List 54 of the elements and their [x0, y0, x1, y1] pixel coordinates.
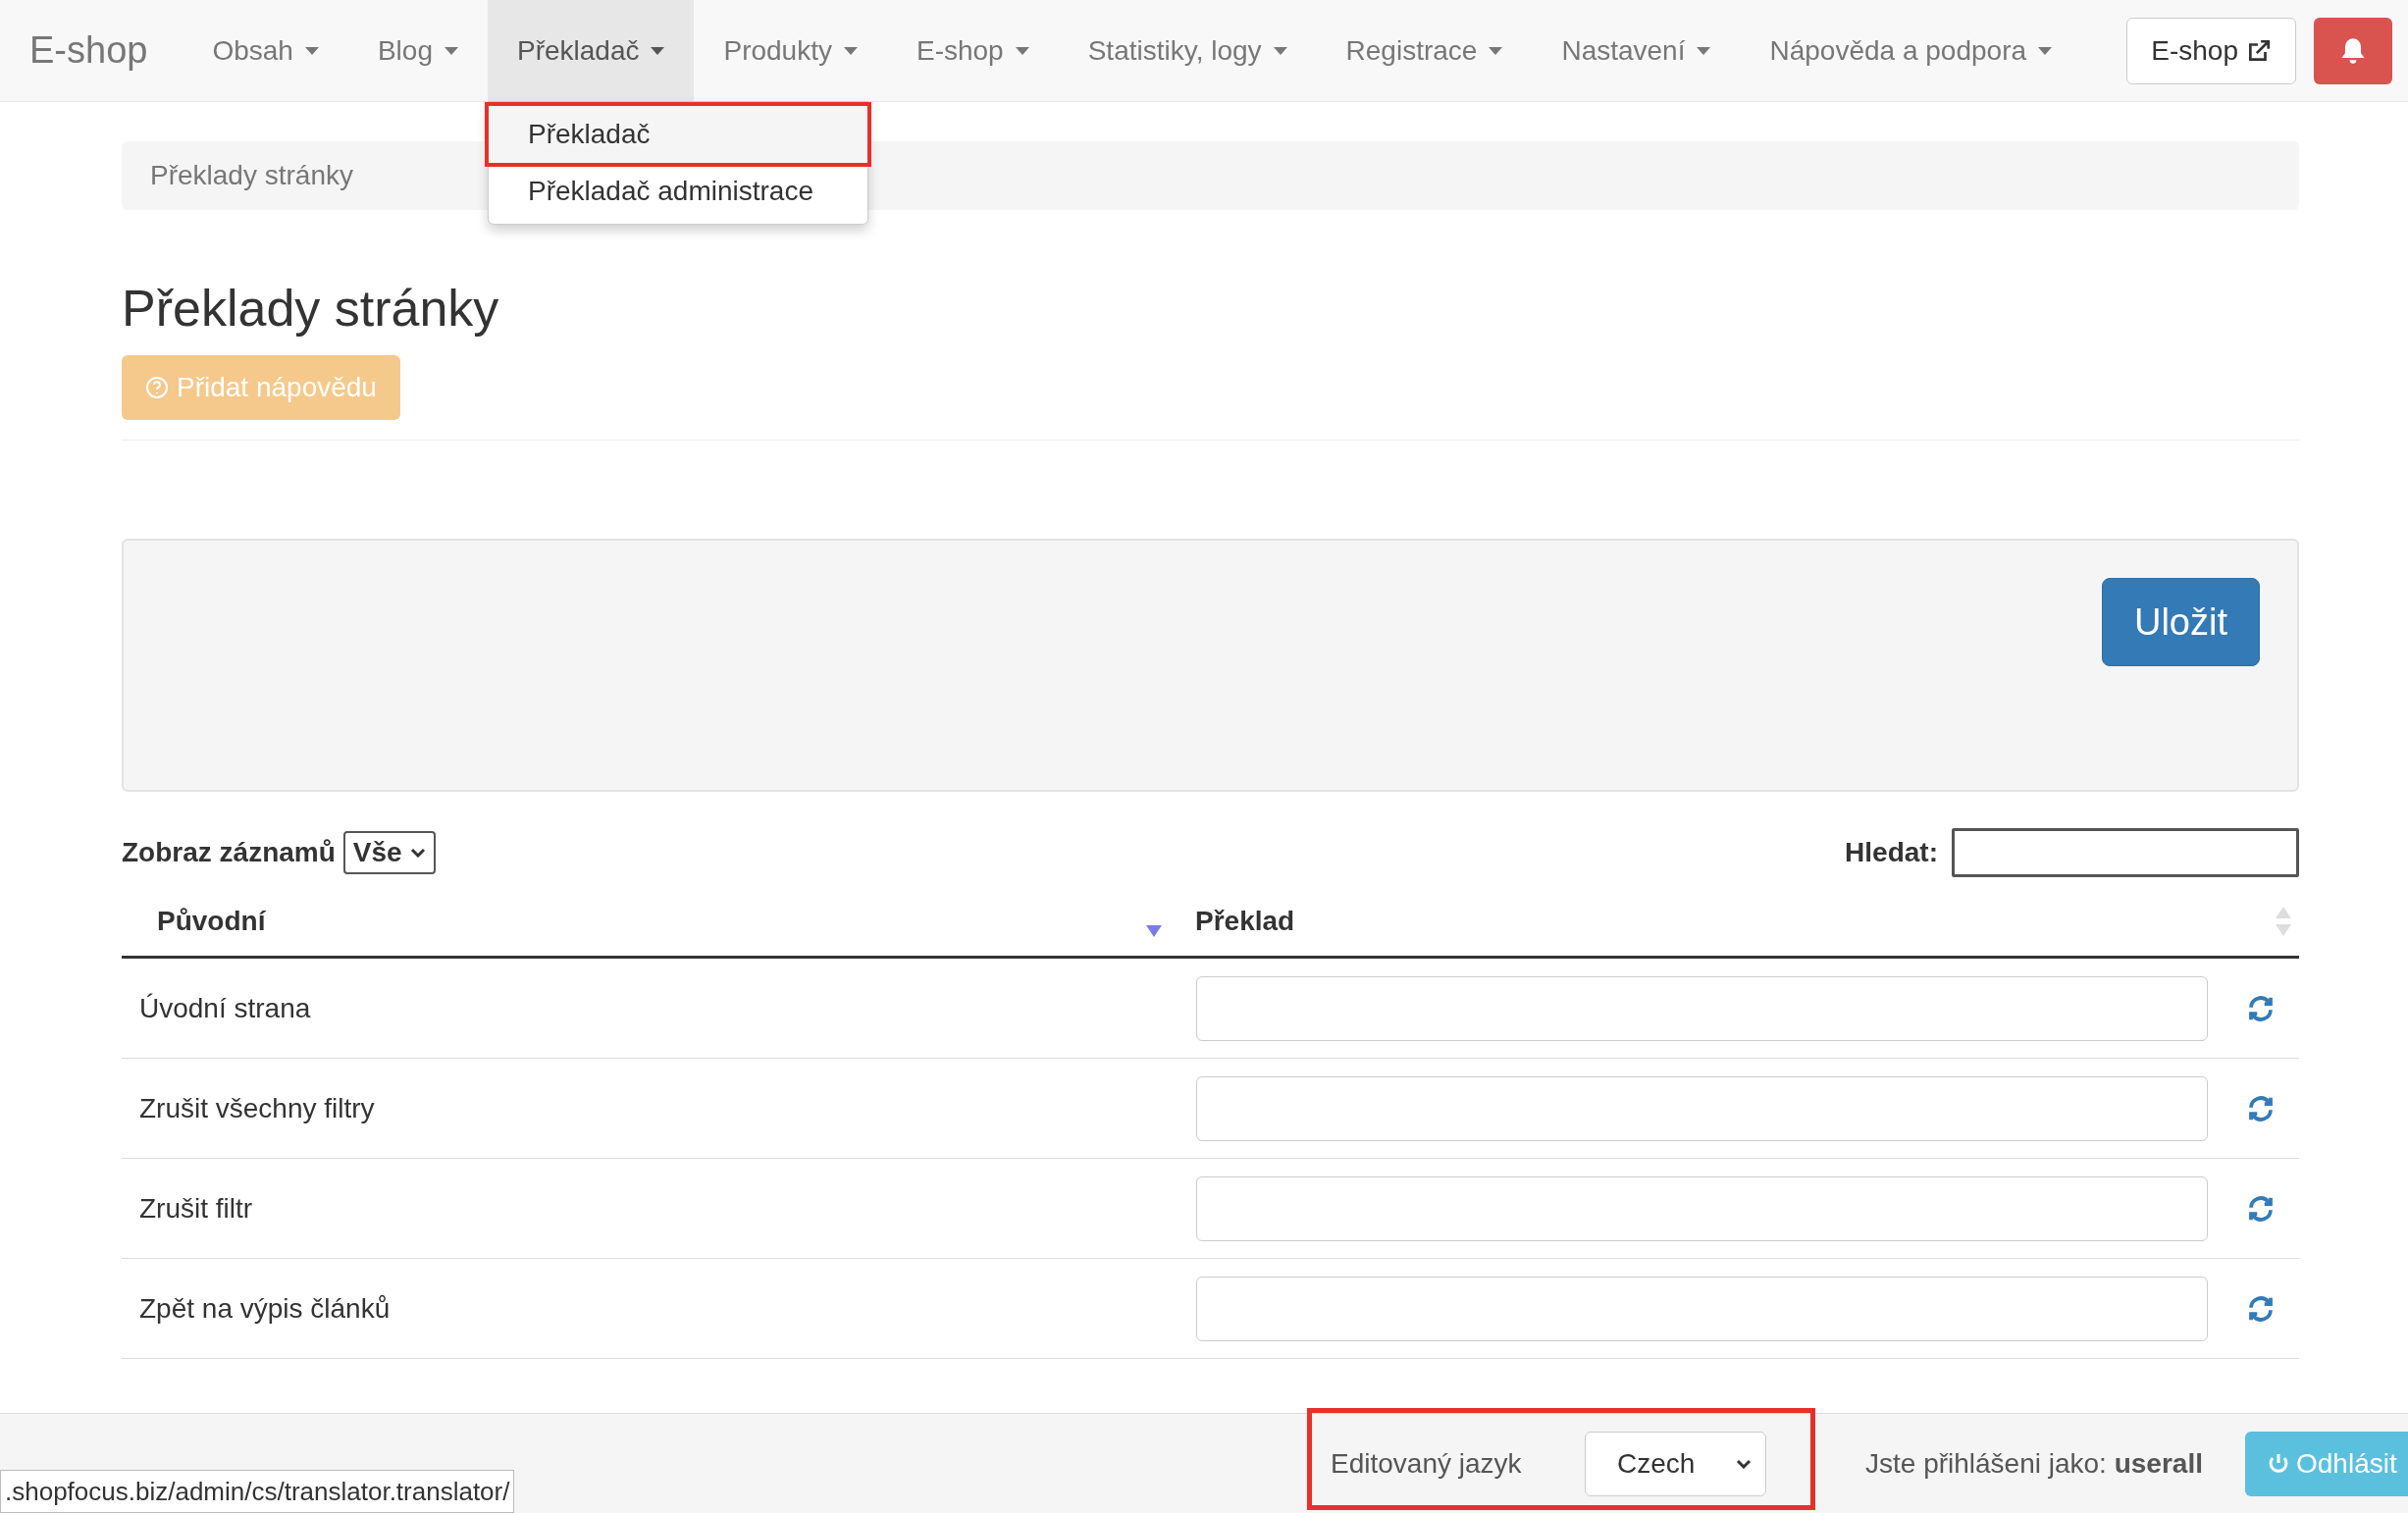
- translation-input[interactable]: [1196, 1175, 2208, 1241]
- table-cell-text: Zrušit všechny filtry: [138, 1091, 376, 1125]
- nav-menu-item[interactable]: E-shop: [886, 0, 1059, 101]
- caret-icon: [1697, 46, 1711, 55]
- caret-icon: [1489, 46, 1503, 55]
- search-field[interactable]: [1952, 828, 2299, 877]
- column-header[interactable]: Překlad: [1195, 900, 1295, 942]
- nav-menu-item[interactable]: Obsah: [183, 0, 348, 101]
- save-button[interactable]: Uložit: [2101, 578, 2260, 666]
- help-icon: [145, 376, 169, 399]
- translation-input[interactable]: [1196, 975, 2208, 1041]
- brand-link[interactable]: E-shop: [0, 0, 183, 101]
- status-url: .shopfocus.biz/admin/cs/translator.translator/: [0, 1470, 515, 1513]
- caret-icon: [444, 46, 458, 55]
- dropdown-item[interactable]: Překladač administrace: [488, 163, 867, 220]
- translation-input[interactable]: [1196, 1276, 2208, 1341]
- nav-menu-item[interactable]: Překladač: [487, 0, 695, 101]
- translation-input[interactable]: [1196, 1075, 2208, 1141]
- language-label: Editovaný jazyk: [1331, 1446, 1522, 1481]
- caret-icon: [2038, 46, 2053, 55]
- language-select[interactable]: Czech: [1585, 1431, 1766, 1496]
- table-cell-text: Úvodní strana: [138, 991, 312, 1025]
- column-header[interactable]: Původní: [157, 900, 266, 942]
- refresh-icon[interactable]: [2246, 993, 2276, 1023]
- caret-icon: [1273, 46, 1287, 55]
- caret-icon: [304, 46, 319, 55]
- power-icon: [2267, 1451, 2290, 1476]
- length-select[interactable]: Vše: [342, 831, 436, 874]
- notification-button[interactable]: [2314, 17, 2392, 84]
- search-label: Hledat:: [1845, 836, 1938, 869]
- caret-icon: [651, 46, 665, 55]
- breadcrumb-item: Překlady stránky: [150, 159, 353, 192]
- nav-menu-item[interactable]: Registrace: [1316, 0, 1533, 101]
- chevron-icon: [1736, 1458, 1752, 1469]
- logged-in-text: Jste přihlášeni jako: userall: [1865, 1446, 2203, 1481]
- refresh-icon[interactable]: [2246, 1193, 2276, 1224]
- nav-menu-item[interactable]: Statistiky, logy: [1058, 0, 1317, 101]
- bell-icon: [2339, 35, 2367, 66]
- eshop-button[interactable]: E-shop: [2126, 17, 2296, 84]
- nav-menu-item[interactable]: Blog: [347, 0, 488, 101]
- caret-icon: [1015, 46, 1029, 55]
- refresh-icon[interactable]: [2246, 1093, 2276, 1123]
- table-cell-text: Zpět na výpis článků: [138, 1291, 392, 1326]
- page-heading: Překlady stránky: [122, 279, 500, 339]
- nav-menu-item[interactable]: Nastavení: [1532, 0, 1741, 101]
- nav-menu-item[interactable]: Produkty: [694, 0, 887, 101]
- sort-desc-icon[interactable]: [1146, 924, 1162, 937]
- caret-icon: [843, 46, 858, 55]
- refresh-icon[interactable]: [2246, 1293, 2276, 1324]
- chevron-icon: [409, 848, 426, 858]
- external-link-icon: [2246, 37, 2272, 64]
- nav-menu-item[interactable]: Nápověda a podpora: [1740, 0, 2082, 101]
- length-label: Zobraz záznamů: [122, 836, 336, 869]
- table-cell-text: Zrušit filtr: [138, 1191, 254, 1226]
